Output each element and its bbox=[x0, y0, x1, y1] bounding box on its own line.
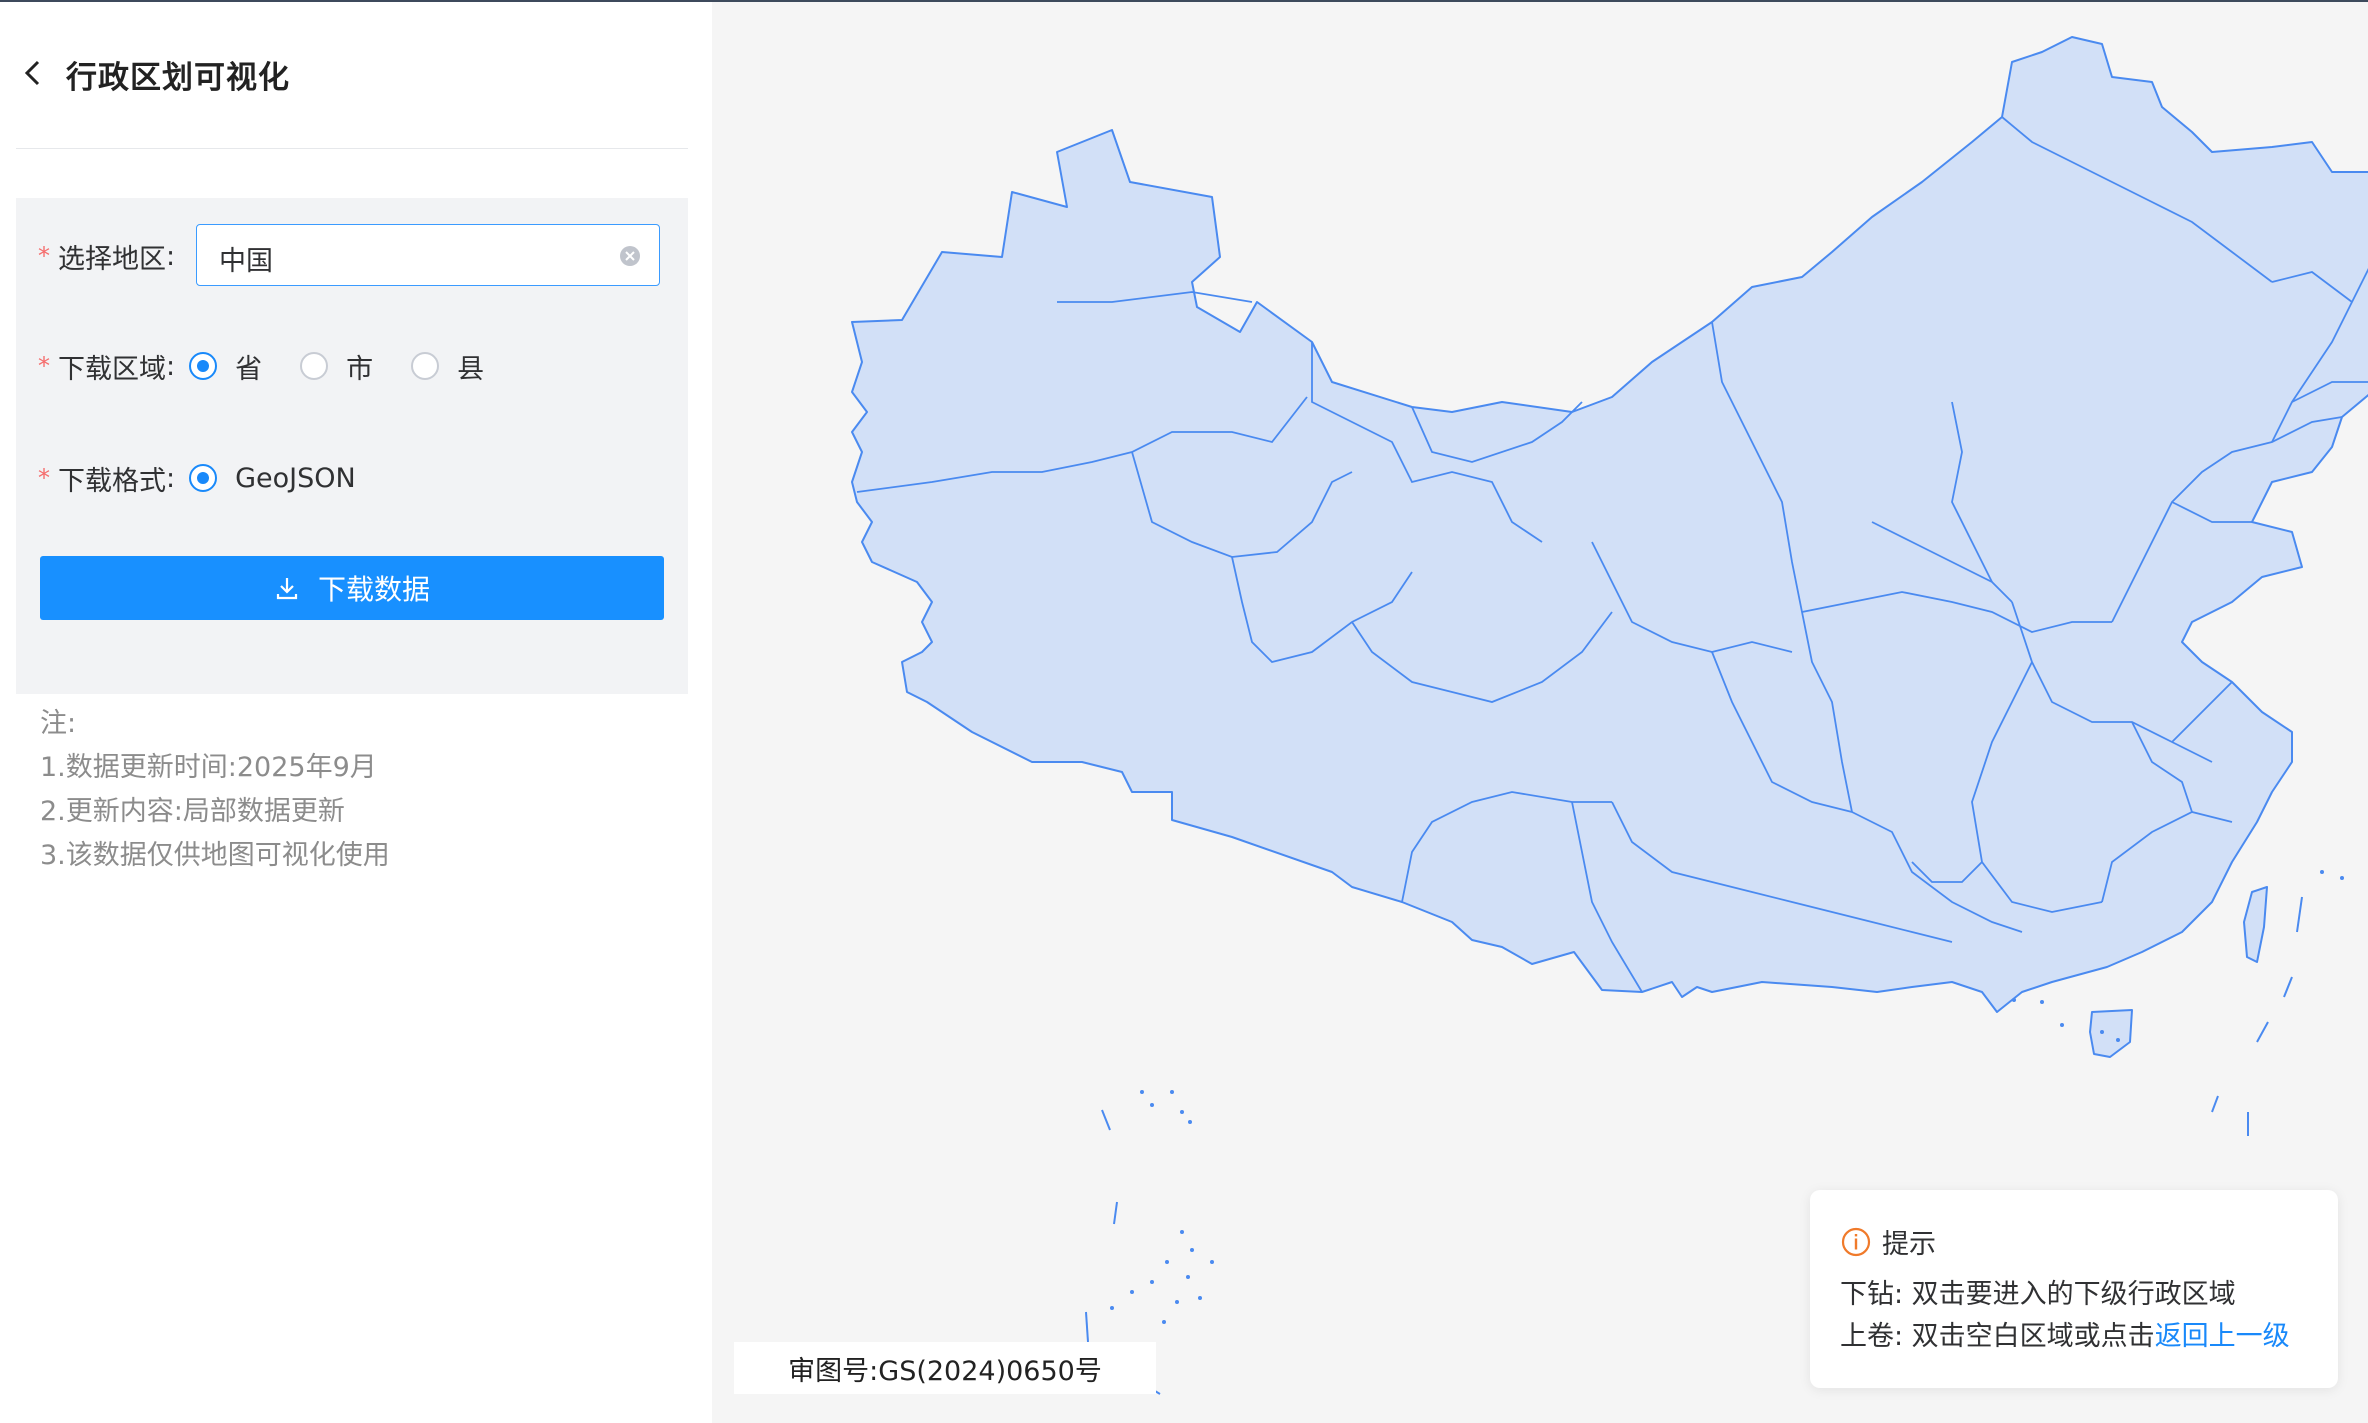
island-dot bbox=[2040, 1000, 2044, 1004]
area-colon: : bbox=[166, 350, 176, 382]
radio-city[interactable]: 市 bbox=[300, 347, 373, 386]
island-dot bbox=[2060, 1023, 2064, 1027]
note-item: 1.数据更新时间:2025年9月 bbox=[40, 752, 377, 783]
island-dot bbox=[1186, 1275, 1190, 1279]
south-sea-line bbox=[1085, 1311, 1089, 1343]
approval-number: 审图号:GS(2024)0650号 bbox=[734, 1342, 1156, 1394]
download-icon bbox=[276, 578, 298, 600]
island-dot bbox=[1180, 1230, 1184, 1234]
radio-label: 县 bbox=[457, 353, 485, 385]
area-row: * 下载区域 : 省 市 县 bbox=[38, 336, 522, 396]
note-item: 2.更新内容:局部数据更新 bbox=[40, 796, 345, 827]
sidebar: 行政区划可视化 * 选择地区 : 中国 * 下载区域 : 省 市 县 * 下载格… bbox=[0, 2, 712, 1423]
clear-icon[interactable] bbox=[619, 245, 641, 267]
required-mark: * bbox=[38, 352, 50, 380]
back-chevron-icon[interactable] bbox=[18, 58, 48, 88]
info-icon bbox=[1841, 1227, 1871, 1256]
south-sea-line bbox=[1113, 1201, 1118, 1225]
radio-label: 市 bbox=[346, 353, 374, 385]
radio-circle bbox=[300, 352, 329, 380]
island-dot bbox=[1150, 1280, 1154, 1284]
island-dot bbox=[1130, 1290, 1134, 1294]
south-sea-line bbox=[2211, 1095, 2219, 1113]
region-colon: : bbox=[166, 240, 176, 272]
notes-title: 注: bbox=[40, 708, 77, 739]
radio-circle bbox=[411, 352, 440, 380]
island-dot bbox=[1150, 1103, 1154, 1107]
south-sea-line bbox=[1101, 1109, 1111, 1131]
radio-label: 省 bbox=[235, 353, 263, 385]
back-to-parent-link[interactable]: 返回上一级 bbox=[2155, 1321, 2290, 1352]
region-select-value: 中国 bbox=[219, 246, 273, 277]
download-button-label: 下载数据 bbox=[317, 573, 430, 606]
island-dot bbox=[1180, 1110, 1184, 1114]
island-dot bbox=[1162, 1320, 1166, 1324]
island-dot bbox=[2100, 1030, 2104, 1034]
required-mark: * bbox=[38, 242, 50, 270]
tip-header: 提示 bbox=[1840, 1222, 1936, 1261]
island-dot bbox=[1170, 1090, 1174, 1094]
radio-circle bbox=[189, 464, 218, 492]
format-label: 下载格式 bbox=[58, 465, 166, 497]
island-dot bbox=[2012, 998, 2016, 1002]
region-label: 选择地区 bbox=[58, 243, 166, 275]
radio-county[interactable]: 县 bbox=[411, 347, 484, 386]
required-mark: * bbox=[38, 464, 50, 492]
format-row: * 下载格式 : GeoJSON bbox=[38, 448, 394, 508]
taiwan-island bbox=[2243, 886, 2268, 963]
radio-geojson[interactable]: GeoJSON bbox=[189, 463, 356, 494]
island-dot bbox=[1190, 1248, 1194, 1252]
island-dot bbox=[1110, 1306, 1114, 1310]
page-title: 行政区划可视化 bbox=[66, 60, 290, 96]
island-dot bbox=[1165, 1260, 1169, 1264]
island-dot bbox=[1198, 1296, 1202, 1300]
island-dot bbox=[2320, 870, 2324, 874]
tip-title: 提示 bbox=[1882, 1229, 1936, 1260]
header: 行政区划可视化 bbox=[0, 2, 690, 148]
island-dot bbox=[1188, 1120, 1192, 1124]
notes: 注: 1.数据更新时间:2025年9月 2.更新内容:局部数据更新 3.该数据仅… bbox=[40, 702, 390, 878]
island-dot bbox=[1210, 1260, 1214, 1264]
tip-roll-up-text: 上卷: 双击空白区域或点击 bbox=[1840, 1321, 2155, 1352]
south-sea-line bbox=[2296, 896, 2303, 933]
area-label: 下载区域 bbox=[58, 353, 166, 385]
island-dot bbox=[1175, 1300, 1179, 1304]
download-form: * 选择地区 : 中国 * 下载区域 : 省 市 县 * 下载格式: GeoJ… bbox=[16, 198, 688, 694]
region-row: * 选择地区 : bbox=[38, 226, 189, 286]
download-button[interactable]: 下载数据 bbox=[40, 556, 664, 620]
tip-roll-up: 上卷: 双击空白区域或点击返回上一级 bbox=[1840, 1314, 2290, 1353]
header-divider bbox=[16, 148, 688, 149]
tip-drill-down: 下钻: 双击要进入的下级行政区域 bbox=[1840, 1279, 2236, 1310]
island-dot bbox=[1140, 1090, 1144, 1094]
radio-province[interactable]: 省 bbox=[189, 347, 262, 386]
region-select[interactable]: 中国 bbox=[196, 224, 660, 286]
tip-panel: 提示 下钻: 双击要进入的下级行政区域 上卷: 双击空白区域或点击返回上一级 bbox=[1810, 1190, 2338, 1388]
radio-label: GeoJSON bbox=[235, 462, 356, 494]
radio-circle bbox=[189, 352, 218, 380]
island-dot bbox=[2340, 876, 2344, 880]
south-sea-line bbox=[2256, 1021, 2269, 1043]
hainan-island bbox=[2089, 1009, 2133, 1058]
format-colon: : bbox=[166, 462, 176, 494]
island-dot bbox=[2116, 1038, 2120, 1042]
south-sea-line bbox=[2283, 976, 2293, 998]
china-mainland bbox=[851, 36, 2368, 1013]
note-item: 3.该数据仅供地图可视化使用 bbox=[40, 840, 390, 871]
